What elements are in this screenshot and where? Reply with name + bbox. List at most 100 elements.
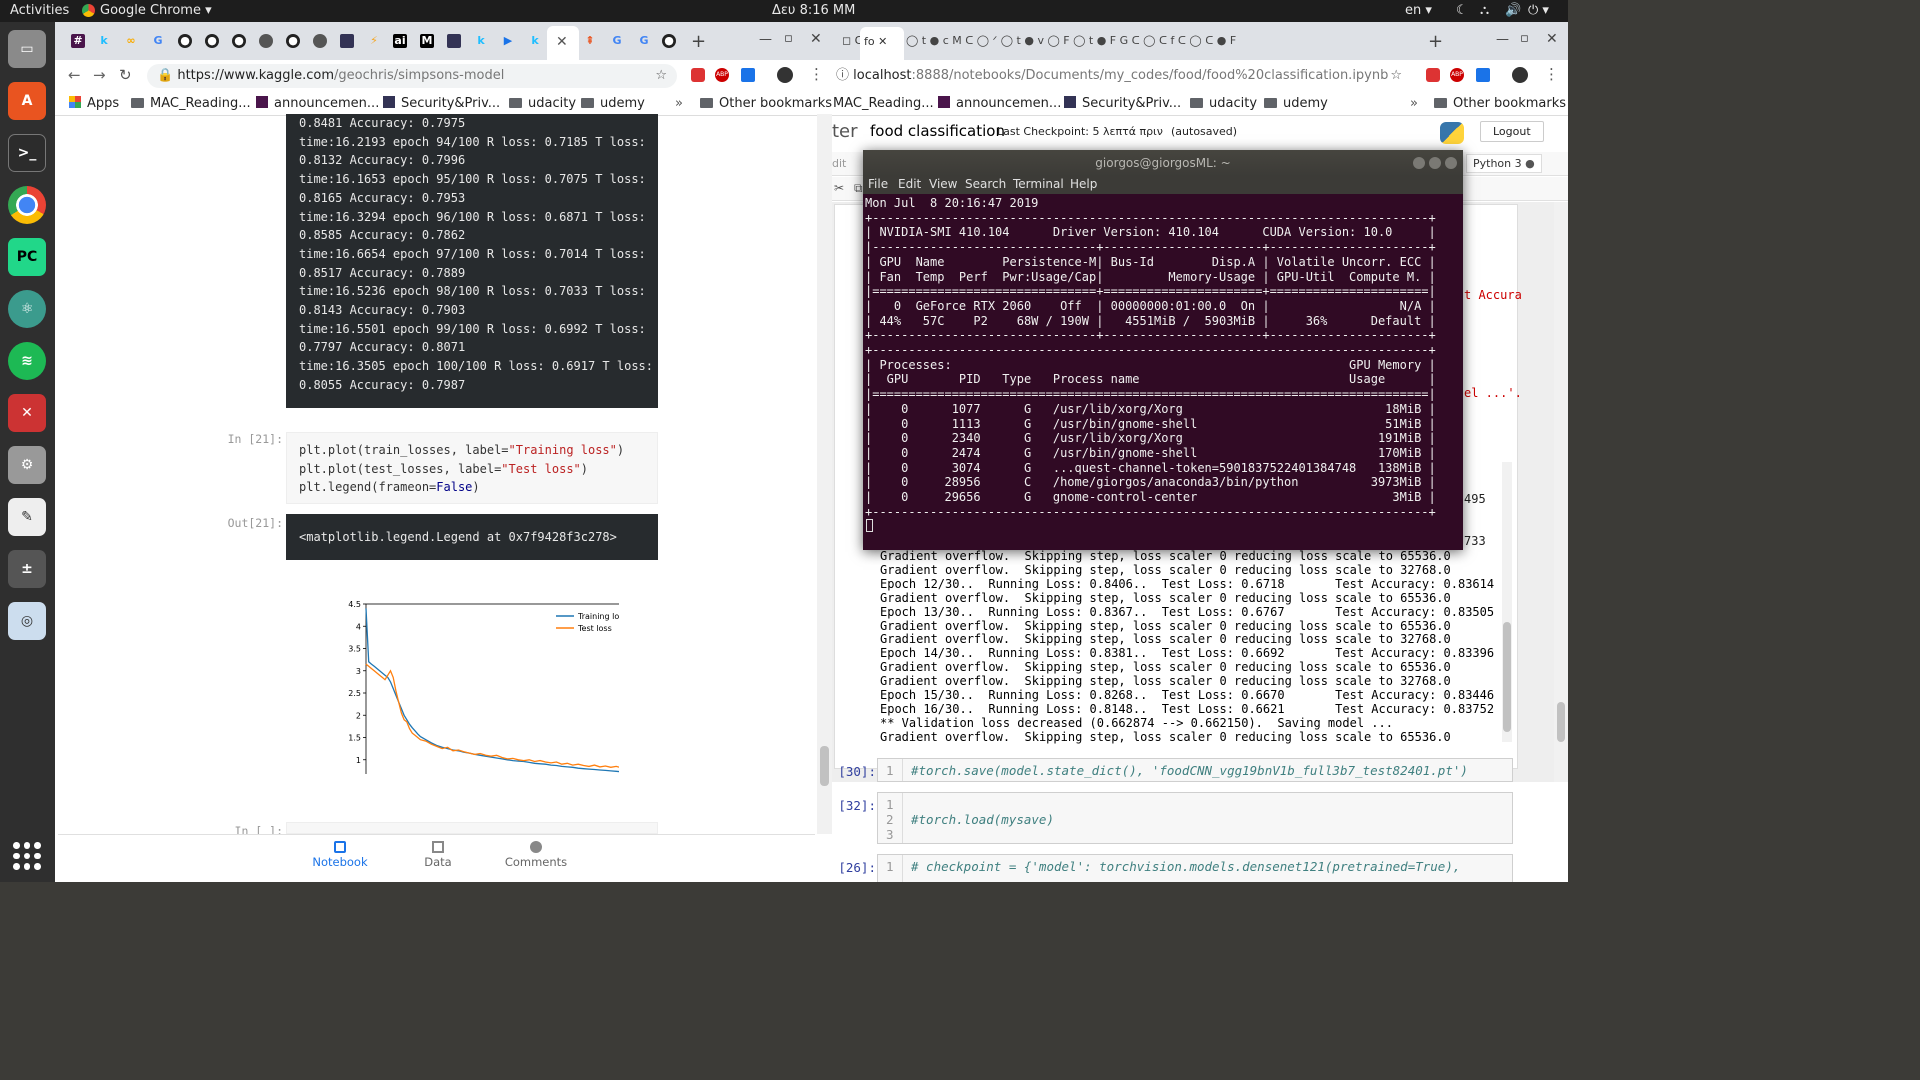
empty-code-cell[interactable] [286, 822, 658, 834]
pycharm-icon[interactable]: PC [8, 238, 46, 276]
files-icon[interactable]: ▭ [8, 30, 46, 68]
tab-colab[interactable]: ∞ [124, 34, 138, 48]
maximize-icon-3[interactable] [1429, 157, 1441, 169]
tab-google-1[interactable]: G [151, 34, 165, 48]
show-apps-icon[interactable] [13, 842, 41, 870]
chrome-dock-icon[interactable] [8, 186, 46, 224]
profile-avatar-2[interactable] [1512, 67, 1528, 83]
tab-github-1[interactable]: ● [178, 34, 192, 48]
spotify-icon[interactable]: ≋ [8, 342, 46, 380]
bookmark-other-2[interactable]: Other bookmarks [1434, 96, 1566, 111]
bookmark-mac-reading-2[interactable]: MAC_Reading... [833, 96, 934, 111]
minimize-icon-3[interactable] [1413, 157, 1425, 169]
tab-github-2[interactable]: ● [205, 34, 219, 48]
bookmarks-overflow-icon[interactable]: » [675, 96, 683, 111]
omnibox[interactable]: 🔒 https://www.kaggle.com/geochris/simpso… [147, 64, 677, 88]
bookmark-udemy-2[interactable]: udemy [1264, 96, 1328, 111]
close-window-icon-2[interactable]: ✕ [1546, 31, 1558, 47]
tab-doc-1[interactable] [340, 34, 354, 48]
tab-comments[interactable]: Comments [496, 841, 576, 869]
new-tab-icon[interactable]: + [691, 31, 706, 52]
language-indicator[interactable]: en ▾ [1405, 3, 1432, 18]
tab-google-2[interactable]: G [610, 34, 624, 48]
volume-icon[interactable]: 🔊 [1505, 3, 1521, 18]
bookmark-announcements[interactable]: announcemen... [256, 96, 379, 111]
bookmark-other[interactable]: Other bookmarks [700, 96, 832, 111]
logout-button[interactable]: Logout [1480, 121, 1544, 142]
tab-play[interactable]: ▶ [501, 34, 515, 48]
tab-kaggle-1[interactable]: k [97, 34, 111, 48]
tab-jupyter-active[interactable]: fo ✕ [860, 27, 904, 60]
minimize-icon-2[interactable]: — [1496, 32, 1509, 47]
bookmark-udacity-2[interactable]: udacity [1190, 96, 1257, 111]
tab-github-5[interactable]: ● [662, 34, 676, 48]
scrollbar[interactable] [817, 114, 832, 834]
bookmark-security-2[interactable]: Security&Priv... [1064, 96, 1181, 111]
tab-kaggle-3[interactable]: k [528, 34, 542, 48]
tab-active[interactable]: ✕ [547, 26, 579, 60]
bookmark-udemy[interactable]: udemy [581, 96, 645, 111]
night-light-icon[interactable]: ☾ [1456, 3, 1468, 18]
tab-tensorflow[interactable]: ⇞ [583, 34, 597, 48]
close-tab-icon[interactable]: ✕ [556, 34, 568, 50]
notebook-title[interactable]: food classification [870, 122, 1005, 140]
tab-notebook[interactable]: Notebook [300, 841, 380, 869]
disk-tool-icon[interactable]: ⚙ [8, 446, 46, 484]
page-scrollbar-thumb[interactable] [1557, 702, 1565, 742]
terminal-icon[interactable]: >_ [8, 134, 46, 172]
menu-kebab-icon[interactable]: ⋮ [809, 65, 824, 83]
tab-slack[interactable]: # [71, 34, 85, 48]
omnibox-2[interactable]: ⓘ localhost:8888/notebooks/Documents/my_… [832, 64, 1412, 88]
tab-strip-collapsed[interactable]: ◯ t ● c M ᑕ ◯ ᐟ ◯ t ● v ◯ F ◯ t ● F G ᑕ … [906, 34, 1236, 47]
tab-data[interactable]: Data [398, 841, 478, 869]
copy-icon[interactable]: ⧉ [854, 181, 863, 196]
terminal-output[interactable]: Mon Jul 8 20:16:47 2019 +----------------… [865, 196, 1461, 548]
adblock-icon-2[interactable]: ABP [1450, 68, 1464, 82]
extension-icon-4[interactable] [1476, 68, 1490, 82]
bookmark-udacity[interactable]: udacity [509, 96, 576, 111]
bookmark-announcements-2[interactable]: announcemen... [938, 96, 1061, 111]
tab-google-3[interactable]: G [637, 34, 651, 48]
terminal-menu-edit[interactable]: Edit [898, 177, 921, 191]
cut-icon[interactable]: ✂ [834, 181, 844, 195]
extension-icon-3[interactable] [1426, 68, 1440, 82]
tab-github-4[interactable]: ● [286, 34, 300, 48]
close-window-icon-3[interactable] [1445, 157, 1457, 169]
menu-edit-partial[interactable]: dit [832, 157, 846, 170]
bookmark-mac-reading[interactable]: MAC_Reading... [131, 96, 251, 111]
kernel-indicator[interactable]: Python 3 ● [1466, 154, 1542, 173]
tab-generic-2[interactable] [313, 34, 327, 48]
page-scrollbar[interactable] [1554, 202, 1568, 782]
maximize-icon-2[interactable]: ▫ [1520, 31, 1529, 46]
code-cell-30[interactable]: 1 #torch.save(model.state_dict(), 'foodC… [877, 758, 1513, 782]
minimize-icon[interactable]: — [759, 32, 772, 47]
output-scrollbar-thumb[interactable] [1503, 622, 1511, 732]
back-icon[interactable]: ← [68, 66, 81, 84]
power-icon[interactable]: ⏻ ▾ [1528, 3, 1549, 18]
code-cell-32[interactable]: 1 2 3 #torch.load(mysave) [877, 792, 1513, 844]
terminal-menu-view[interactable]: View [929, 177, 957, 191]
text-editor-icon[interactable]: ✎ [8, 498, 46, 536]
tab-doc-2[interactable] [447, 34, 461, 48]
app-menu[interactable]: Google Chrome ▾ [100, 3, 212, 18]
code-cell-21[interactable]: plt.plot(train_losses, label="Training l… [286, 432, 658, 504]
star-icon[interactable]: ☆ [655, 64, 667, 88]
tab-lightning[interactable]: ⚡ [367, 34, 381, 48]
bookmark-security[interactable]: Security&Priv... [383, 96, 500, 111]
forward-icon[interactable]: → [93, 66, 106, 84]
settings-tools-icon[interactable]: ✕ [8, 394, 46, 432]
menu-kebab-icon-2[interactable]: ⋮ [1544, 65, 1559, 83]
terminal-titlebar[interactable]: giorgos@giorgosML: ~ [863, 150, 1463, 176]
tab-kaggle-2[interactable]: k [474, 34, 488, 48]
profile-avatar[interactable] [777, 67, 793, 83]
terminal-menu-help[interactable]: Help [1070, 177, 1097, 191]
scrollbar-thumb[interactable] [820, 746, 829, 786]
terminal-menu-terminal[interactable]: Terminal [1013, 177, 1064, 191]
atom-icon[interactable]: ⚛ [8, 290, 46, 328]
extension-icon-2[interactable] [741, 68, 755, 82]
clock[interactable]: Δευ 8:16 ΜΜ [772, 3, 855, 18]
bookmark-apps[interactable]: Apps [69, 96, 119, 111]
screenshot-icon[interactable]: ◎ [8, 602, 46, 640]
calculator-icon[interactable]: ± [8, 550, 46, 588]
jupyter-logo-text[interactable]: ter [832, 121, 858, 142]
